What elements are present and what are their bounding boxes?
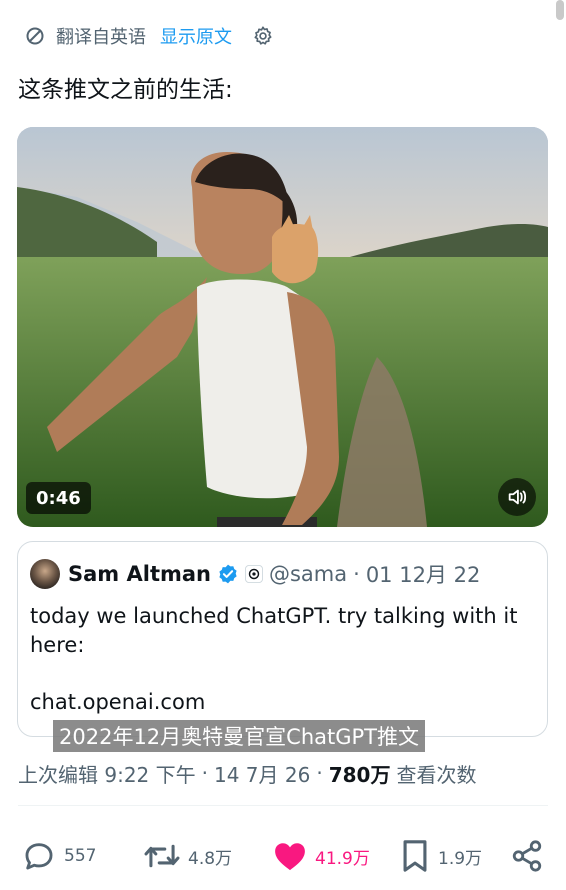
tweet-meta: 上次编辑 9:22 下午 · 14 7月 26 · 780万 查看次数 <box>18 758 476 788</box>
action-bar: 557 4.8万 41.9万 1.9万 <box>0 836 566 876</box>
no-translate-icon <box>24 25 46 47</box>
views-label: 查看次数 <box>396 762 477 787</box>
quoted-tweet-body: today we launched ChatGPT. try talking w… <box>30 604 518 657</box>
scrollbar-thumb[interactable] <box>556 0 564 20</box>
retweet-button[interactable]: 4.8万 <box>144 836 232 876</box>
bookmark-count: 1.9万 <box>438 848 483 869</box>
volume-icon[interactable] <box>498 478 536 516</box>
retweet-count: 4.8万 <box>188 848 233 869</box>
separator-dot: · <box>201 761 208 785</box>
share-icon <box>512 840 542 872</box>
like-count: 41.9万 <box>315 848 370 869</box>
show-original-link[interactable]: 显示原文 <box>160 23 232 49</box>
video-frame <box>17 127 548 527</box>
verified-badge-icon <box>219 564 237 584</box>
quoted-tweet-date: 01 12月 22 <box>365 563 481 587</box>
author-handle[interactable]: @sama <box>269 562 347 586</box>
video-player[interactable] <box>17 127 548 527</box>
reply-button[interactable]: 557 <box>22 836 96 876</box>
bookmark-button[interactable]: 1.9万 <box>400 836 482 876</box>
caption-overlay: 2022年12月奥特曼官宣ChatGPT推文 <box>53 720 426 752</box>
reply-count: 557 <box>64 846 97 866</box>
heart-icon <box>275 843 305 871</box>
retweet-icon <box>144 844 180 868</box>
reply-icon <box>25 843 53 870</box>
divider <box>18 805 548 806</box>
gear-icon[interactable] <box>250 23 276 49</box>
avatar[interactable] <box>30 559 60 589</box>
share-button[interactable] <box>510 836 544 876</box>
translate-bar: 翻译自英语 显示原文 <box>24 20 276 52</box>
video-duration-badge: 0:46 <box>26 482 91 514</box>
author-name[interactable]: Sam Altman <box>68 562 211 586</box>
tweet-date[interactable]: 14 7月 26 <box>214 759 310 788</box>
openai-affiliation-icon <box>244 565 263 583</box>
like-button[interactable]: 41.9万 <box>273 836 370 876</box>
quoted-tweet-link[interactable]: chat.openai.com <box>30 690 205 714</box>
quoted-tweet-header: Sam Altman @sama · 01 12月 22 <box>30 558 480 590</box>
separator-dot: · <box>316 761 323 785</box>
tweet-detail-page: 翻译自英语 显示原文 这条推文之前的生活: 0:46 Sam Altman @s… <box>0 0 566 890</box>
translate-label: 翻译自英语 <box>56 27 146 48</box>
tweet-text: 这条推文之前的生活: <box>18 77 233 103</box>
last-edited-time[interactable]: 上次编辑 9:22 下午 <box>18 759 196 788</box>
views-count: 780万 <box>328 762 391 787</box>
separator-dot: · <box>353 562 360 586</box>
bookmark-icon <box>403 840 427 872</box>
quoted-tweet-card[interactable]: Sam Altman @sama · 01 12月 22 today we la… <box>17 541 548 737</box>
